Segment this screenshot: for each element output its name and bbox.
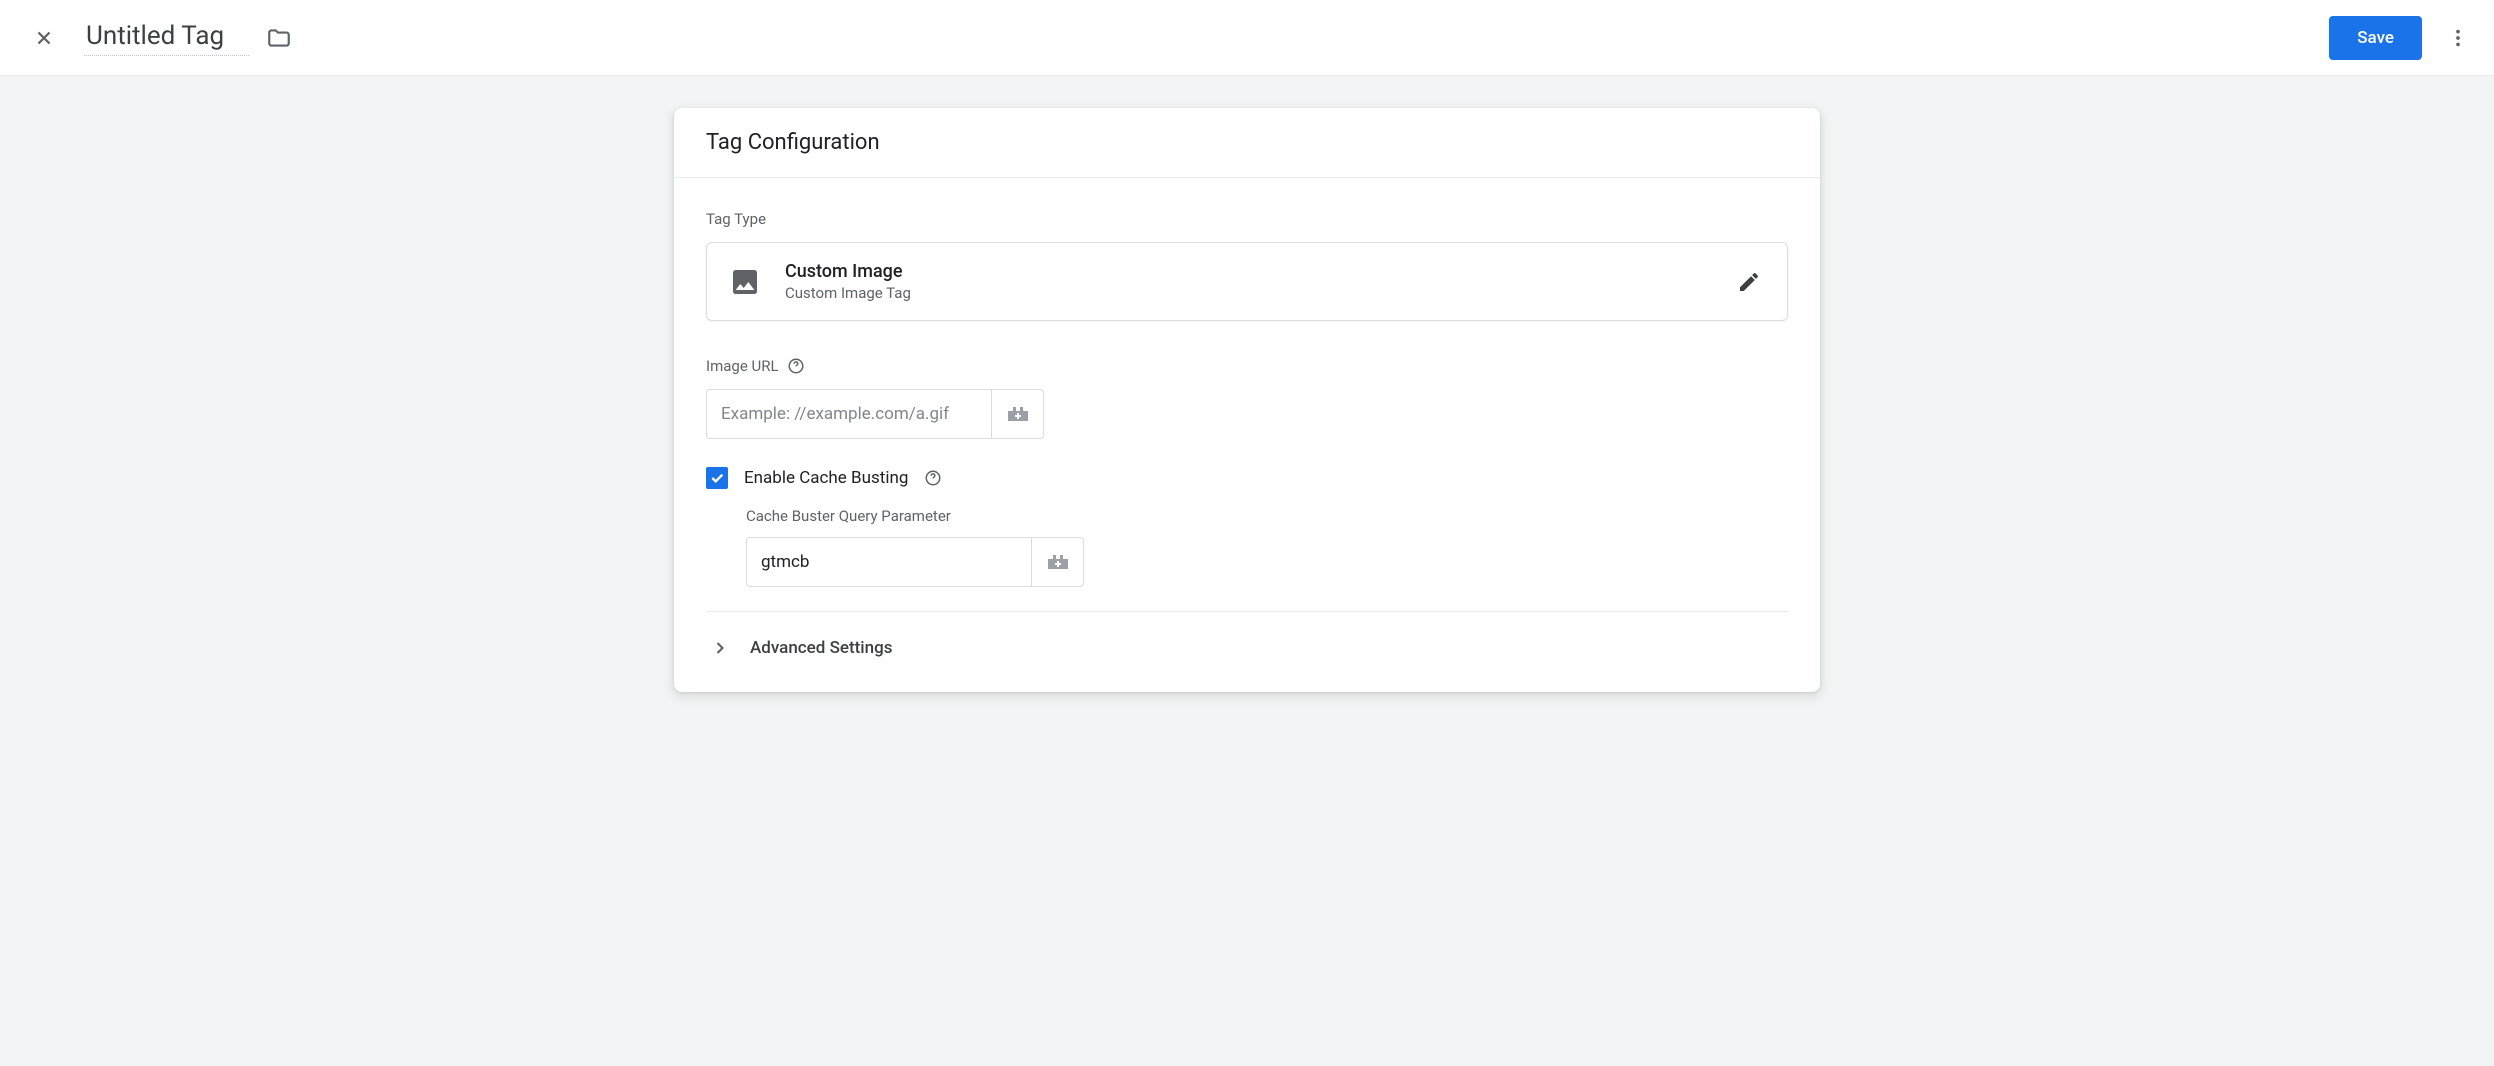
image-icon (729, 266, 761, 298)
save-button[interactable]: Save (2329, 16, 2422, 60)
image-url-input[interactable] (706, 389, 992, 439)
help-icon[interactable] (924, 469, 942, 487)
image-url-variable-button[interactable] (992, 389, 1044, 439)
tag-type-selector[interactable]: Custom Image Custom Image Tag (706, 242, 1788, 321)
tag-type-name: Custom Image (785, 261, 1709, 282)
close-icon (33, 27, 55, 49)
cache-busting-label: Enable Cache Busting (744, 468, 908, 488)
advanced-settings-toggle[interactable]: Advanced Settings (706, 624, 1788, 676)
cache-buster-param-section: Cache Buster Query Parameter (746, 507, 1788, 587)
cache-busting-row: Enable Cache Busting (706, 467, 1788, 489)
tag-type-description: Custom Image Tag (785, 284, 1709, 302)
close-button[interactable] (24, 18, 64, 58)
cache-buster-param-label: Cache Buster Query Parameter (746, 507, 1788, 525)
edit-tag-type-button[interactable] (1733, 266, 1765, 298)
brick-plus-icon (1046, 553, 1070, 571)
tag-title-input[interactable] (84, 19, 249, 56)
tag-config-card: Tag Configuration Tag Type Custom Image … (674, 108, 1820, 692)
chevron-right-icon (710, 638, 730, 658)
tag-type-label: Tag Type (706, 210, 1788, 228)
check-icon (709, 470, 725, 486)
divider (706, 611, 1788, 612)
brick-plus-icon (1006, 405, 1030, 423)
help-icon[interactable] (787, 357, 805, 375)
more-vert-icon (2447, 27, 2469, 49)
header: Save (0, 0, 2494, 76)
cache-busting-checkbox[interactable] (706, 467, 728, 489)
cache-buster-param-input[interactable] (746, 537, 1032, 587)
image-url-label-text: Image URL (706, 357, 779, 375)
card-title: Tag Configuration (674, 108, 1820, 178)
image-url-label: Image URL (706, 357, 1788, 375)
content-area: Tag Configuration Tag Type Custom Image … (0, 76, 2494, 724)
cache-buster-variable-button[interactable] (1032, 537, 1084, 587)
folder-icon (266, 25, 292, 51)
tag-type-text: Custom Image Custom Image Tag (785, 261, 1709, 302)
folder-button[interactable] (259, 18, 299, 58)
pencil-icon (1737, 270, 1761, 294)
advanced-settings-label: Advanced Settings (750, 638, 892, 658)
more-button[interactable] (2438, 18, 2478, 58)
